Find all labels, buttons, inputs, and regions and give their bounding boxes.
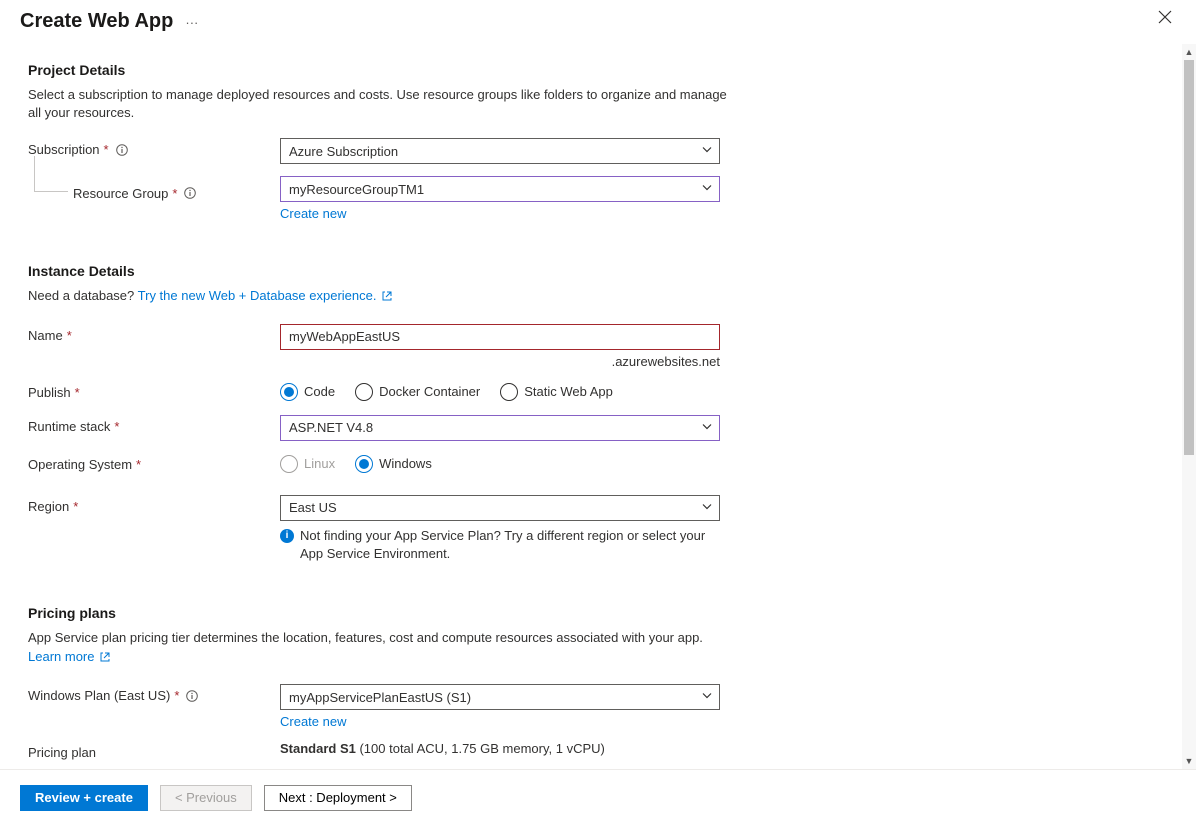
- radio-icon: [280, 383, 298, 401]
- radio-group-os: Linux Windows: [280, 453, 720, 473]
- footer-bar: Review + create < Previous Next : Deploy…: [0, 769, 1196, 825]
- content-scroll[interactable]: Project Details Select a subscription to…: [0, 44, 1196, 769]
- chevron-down-icon: [701, 144, 713, 159]
- scrollbar[interactable]: ▲ ▼: [1182, 44, 1196, 769]
- info-icon[interactable]: [185, 689, 199, 703]
- label-windows-plan: Windows Plan (East US) *: [28, 684, 280, 703]
- region-hint: i Not finding your App Service Plan? Try…: [280, 527, 720, 563]
- input-app-name[interactable]: myWebAppEastUS: [280, 324, 720, 350]
- db-prompt-line: Need a database? Try the new Web + Datab…: [28, 287, 732, 305]
- label-subscription: Subscription *: [28, 138, 280, 157]
- scroll-up-icon[interactable]: ▲: [1182, 44, 1196, 60]
- scroll-down-icon[interactable]: ▼: [1182, 753, 1196, 769]
- external-link-icon: [382, 288, 392, 306]
- pricing-plan-value: Standard S1 (100 total ACU, 1.75 GB memo…: [280, 741, 720, 756]
- chevron-down-icon: [701, 420, 713, 435]
- section-title-instance: Instance Details: [28, 263, 732, 279]
- chevron-down-icon: [701, 182, 713, 197]
- info-icon[interactable]: [183, 186, 197, 200]
- scrollbar-thumb[interactable]: [1184, 60, 1194, 455]
- page-title: Create Web App: [20, 10, 173, 33]
- select-subscription[interactable]: Azure Subscription: [280, 138, 720, 164]
- name-suffix: .azurewebsites.net: [280, 354, 720, 369]
- select-region[interactable]: East US: [280, 495, 720, 521]
- radio-icon: [355, 383, 373, 401]
- next-button[interactable]: Next : Deployment >: [264, 785, 412, 811]
- external-link-icon: [100, 650, 110, 665]
- label-runtime: Runtime stack *: [28, 415, 280, 434]
- section-desc-pricing: App Service plan pricing tier determines…: [28, 629, 732, 647]
- label-os: Operating System *: [28, 453, 280, 472]
- link-create-rg[interactable]: Create new: [280, 206, 346, 221]
- label-region: Region *: [28, 495, 280, 514]
- chevron-down-icon: [701, 500, 713, 515]
- radio-icon: [355, 455, 373, 473]
- link-learn-more[interactable]: Learn more: [28, 649, 110, 664]
- label-name: Name *: [28, 324, 280, 343]
- radio-icon: [500, 383, 518, 401]
- info-icon[interactable]: [115, 143, 129, 157]
- previous-button: < Previous: [160, 785, 252, 811]
- radio-windows[interactable]: Windows: [355, 455, 432, 473]
- section-title-project: Project Details: [28, 62, 732, 78]
- radio-code[interactable]: Code: [280, 383, 335, 401]
- link-create-plan[interactable]: Create new: [280, 714, 346, 729]
- close-icon[interactable]: [1158, 10, 1172, 27]
- label-pricing-plan: Pricing plan: [28, 741, 280, 760]
- radio-docker[interactable]: Docker Container: [355, 383, 480, 401]
- tree-indent-icon: [28, 180, 68, 206]
- select-windows-plan[interactable]: myAppServicePlanEastUS (S1): [280, 684, 720, 710]
- label-publish: Publish *: [28, 381, 280, 400]
- info-filled-icon: i: [280, 529, 294, 543]
- link-db-experience[interactable]: Try the new Web + Database experience.: [138, 288, 392, 303]
- radio-icon: [280, 455, 298, 473]
- select-runtime[interactable]: ASP.NET V4.8: [280, 415, 720, 441]
- label-resource-group: Resource Group *: [28, 176, 280, 206]
- review-create-button[interactable]: Review + create: [20, 785, 148, 811]
- page-header: Create Web App ···: [0, 0, 1196, 38]
- select-resource-group[interactable]: myResourceGroupTM1: [280, 176, 720, 202]
- section-desc-project: Select a subscription to manage deployed…: [28, 86, 732, 122]
- radio-linux: Linux: [280, 455, 335, 473]
- chevron-down-icon: [701, 690, 713, 705]
- radio-group-publish: Code Docker Container Static Web App: [280, 381, 720, 401]
- more-menu-icon[interactable]: ···: [185, 15, 198, 30]
- section-title-pricing: Pricing plans: [28, 605, 732, 621]
- radio-static[interactable]: Static Web App: [500, 383, 613, 401]
